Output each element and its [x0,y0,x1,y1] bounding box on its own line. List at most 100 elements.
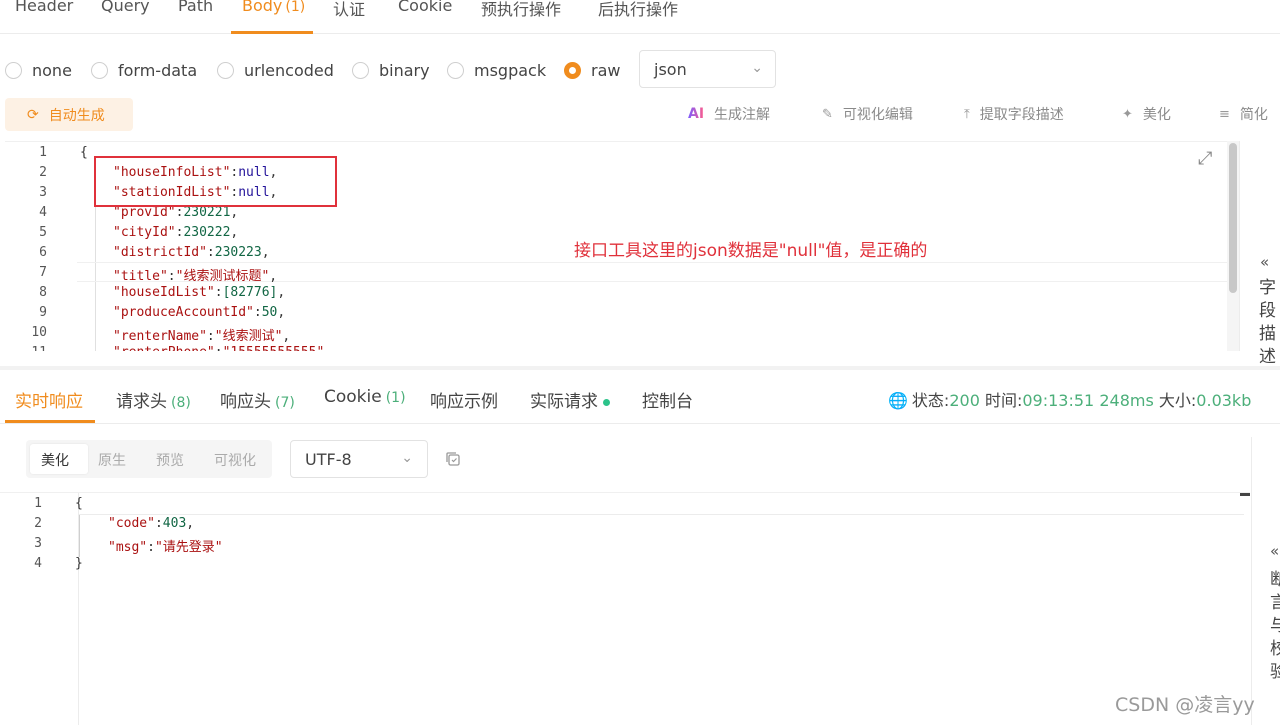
radio-none[interactable]: none [5,58,72,82]
json-key: "title" [113,269,168,284]
line-number: 10 [31,325,47,340]
radio-label: form-data [118,60,198,80]
json-comma: , [277,285,286,300]
copy-icon[interactable] [444,450,462,468]
code-line: "code":403, [108,516,194,531]
globe-icon: 🌐 [888,391,908,410]
line-number: 6 [39,245,47,260]
vertical-char: 断 [1270,570,1280,590]
json-comma: , [186,516,195,531]
tab-pre-actions[interactable]: 预执行操作 [481,0,561,20]
tab-body-label: Body [242,0,283,15]
radio-circle [217,61,234,79]
json-comma: , [261,245,270,260]
json-colon: : [167,269,176,284]
tab-request-headers[interactable]: 请求头 (8) [116,387,191,412]
simplify-button[interactable]: ≡ 简化 [1219,104,1268,124]
json-colon: : [215,345,223,351]
tab-live-response[interactable]: 实时响应 [15,387,83,412]
response-body-viewer[interactable]: 1234 {"code":403, "msg":"请先登录"} [0,492,1250,725]
tab-count: (1) [385,390,406,406]
watermark: CSDN @凌言yy [1115,694,1255,716]
mode-beautify[interactable]: 美化 [41,450,69,470]
json-value: 230222 [183,225,231,240]
tab-cookie[interactable]: Cookie [398,0,452,15]
tab-header[interactable]: Header [15,0,73,15]
editor-scrollbar[interactable] [1227,141,1239,351]
expand-icon[interactable]: ⤢ [1198,148,1212,169]
tab-label: 请求头 [116,392,167,412]
tab-label: Cookie [324,387,382,407]
scroll-indicator[interactable] [1240,493,1250,496]
simplify-label: 简化 [1239,107,1268,123]
mode-visualize[interactable]: 可视化 [214,450,256,470]
vertical-char: 描 [1259,324,1276,344]
collapse-left-icon[interactable]: « [1260,253,1269,271]
radio-label: raw [591,60,621,80]
json-colon: : [154,516,163,531]
tab-response-headers[interactable]: 响应头 (7) [220,387,295,412]
json-key: "renterPhone" [113,345,215,351]
visual-edit-button[interactable]: ✎ 可视化编辑 [822,104,913,124]
json-key: "msg" [108,540,148,555]
assertion-label: 断言与校验 [1270,569,1280,684]
tab-query[interactable]: Query [101,0,150,15]
size-value: 0.03kb [1196,391,1252,410]
tab-auth[interactable]: 认证 [333,0,365,20]
vertical-char: 校 [1270,639,1280,659]
mode-raw[interactable]: 原生 [98,450,126,470]
json-key: "renterName" [113,329,207,344]
tab-response-cookie[interactable]: Cookie (1) [324,387,406,407]
tab-path[interactable]: Path [178,0,213,15]
radio-msgpack[interactable]: msgpack [447,58,546,82]
upload-icon: ⤒ [964,106,970,122]
edit-icon: ✎ [822,106,833,122]
line-number: 4 [39,205,47,220]
beautify-button[interactable]: ✦ 美化 [1122,104,1171,124]
radio-binary[interactable]: binary [352,58,430,82]
view-mode-segmented: 美化 原生 预览 可视化 [26,440,272,478]
tab-actual-request[interactable]: 实际请求 [530,387,610,412]
json-value: "线索测试" [214,329,283,344]
line-number-gutter: 1 2 3 4 5 6 7 8 9 10 11 [5,142,77,351]
collapse-left-icon[interactable]: « [1270,542,1279,560]
highlight-box [94,156,337,207]
current-line-highlight [79,514,1244,515]
time-label: 时间: [984,391,1023,410]
encoding-select[interactable]: UTF-8 ⌄ [290,440,428,478]
visual-edit-label: 可视化编辑 [842,107,913,123]
code-line: } [75,556,83,571]
beautify-label: 美化 [1142,107,1171,123]
generate-comments-button[interactable]: AI 生成注解 [688,104,770,124]
code-line: "houseIdList":[82776], [113,285,285,300]
extract-fields-button[interactable]: ⤒ 提取字段描述 [964,104,1064,124]
line-number: 3 [39,185,47,200]
json-comma: , [269,269,278,284]
indent-guide [79,515,80,557]
radio-urlencoded[interactable]: urlencoded [217,58,334,82]
tab-label: 实际请求 [530,392,598,412]
response-status-bar: 🌐 状态:200 时间:09:13:51 248ms 大小:0.03kb [888,387,1251,411]
radio-circle [352,61,369,79]
line-number: 9 [39,305,47,320]
scrollbar-thumb[interactable] [1229,143,1237,293]
radio-raw[interactable]: raw [564,58,620,82]
format-select[interactable]: json ⌄ [639,50,776,88]
annotation-text: 接口工具这里的json数据是"null"值，是正确的 [574,241,928,261]
radio-label: urlencoded [244,60,334,80]
tab-response-example[interactable]: 响应示例 [430,387,498,412]
tab-body[interactable]: Body (1) [242,0,305,15]
assertion-panel[interactable]: « 断言与校验 [1251,437,1280,725]
format-select-value: json [654,59,687,79]
auto-generate-button[interactable]: ⟳ 自动生成 [5,98,133,131]
field-description-label: 字段描述 [1259,277,1279,369]
radio-circle [5,61,22,79]
tab-console[interactable]: 控制台 [642,387,693,412]
field-description-panel[interactable]: « 字段描述 [1239,141,1280,367]
generate-comments-label: 生成注解 [714,107,771,123]
radio-form-data[interactable]: form-data [91,58,197,82]
status-code: 200 [949,391,980,410]
line-number: 4 [34,556,42,571]
mode-preview[interactable]: 预览 [156,450,184,470]
tab-post-actions[interactable]: 后执行操作 [598,0,678,20]
